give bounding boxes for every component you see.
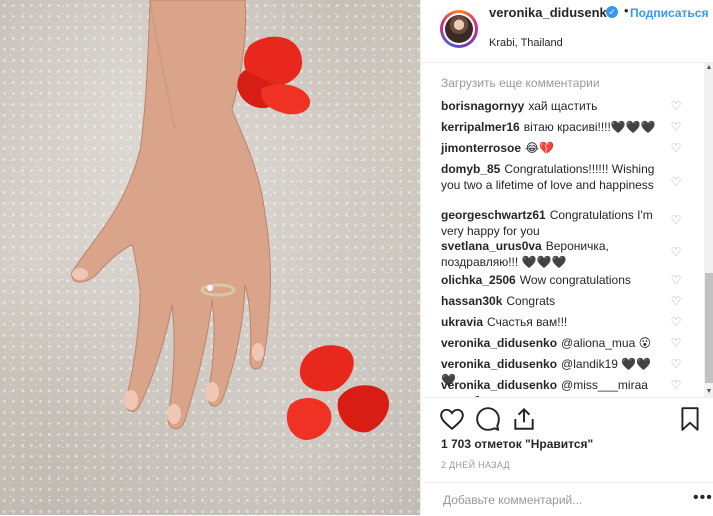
rose-petals-bottom — [286, 345, 389, 440]
comment-username[interactable]: veronika_didusenko — [441, 357, 557, 371]
scroll-up-arrow-icon[interactable]: ▲ — [704, 63, 713, 73]
avatar-image — [445, 15, 473, 43]
comment-item: jimonterrosoe 😂💔 — [441, 140, 666, 156]
comments-list[interactable]: Загрузить еще комментарии borisnagornyy х… — [421, 63, 704, 397]
scroll-down-arrow-icon[interactable]: ▼ — [704, 387, 713, 397]
scrollbar-thumb[interactable] — [705, 273, 713, 383]
comment-item: borisnagornyy хай щастить — [441, 98, 666, 114]
comment-username[interactable]: veronika_didusenko — [441, 336, 557, 350]
comment-text: Wow congratulations — [519, 273, 631, 287]
comment-username[interactable]: ukravia — [441, 315, 483, 329]
comment-text: Счастья вам!!! — [487, 315, 568, 329]
comment-like-heart-icon[interactable]: ♡ — [670, 176, 682, 188]
comment-like-heart-icon[interactable]: ♡ — [670, 246, 682, 258]
nail — [205, 382, 219, 402]
comment-item: svetlana_urus0va Вероничка, поздравляю!!!… — [441, 238, 666, 270]
nail — [72, 268, 88, 280]
post-location[interactable]: Krabi, Thailand — [489, 37, 563, 49]
add-comment-input[interactable] — [441, 492, 665, 508]
comment-item: domyb_85 Congratulations!!!!!! Wishing yo… — [441, 161, 666, 193]
post-timestamp[interactable]: 2 ДНЕЙ НАЗАД — [441, 460, 510, 470]
comment-like-heart-icon[interactable]: ♡ — [670, 379, 682, 391]
follow-button[interactable]: Подписаться — [630, 6, 713, 20]
load-more-comments-link[interactable]: Загрузить еще комментарии — [441, 76, 600, 90]
comment-username[interactable]: olichka_2506 — [441, 273, 516, 287]
comment-like-heart-icon[interactable]: ♡ — [670, 337, 682, 349]
comment-item: veronika_didusenko@miss___miraa спасибо — [441, 377, 666, 397]
verified-badge-icon: ✓ — [606, 6, 618, 18]
comment-username[interactable]: kerripalmer16 — [441, 120, 520, 134]
post-details-panel: veronika_didusenko ✓ • Подписаться Krabi… — [420, 0, 713, 515]
comment-item: hassan30k Congrats — [441, 293, 666, 309]
avatar[interactable] — [440, 10, 478, 48]
comment-like-heart-icon[interactable]: ♡ — [670, 100, 682, 112]
comment-item: kerripalmer16 вітаю красиві!!!!🖤🖤🖤 — [441, 119, 666, 135]
comment-like-heart-icon[interactable]: ♡ — [670, 295, 682, 307]
comment-item: veronika_didusenko @aliona_mua 😮 — [441, 335, 666, 351]
photo-illustration — [71, 0, 389, 440]
comment-text: вітаю красиві!!!!🖤🖤🖤 — [523, 120, 656, 134]
bookmark-icon[interactable] — [677, 406, 703, 432]
comment-like-heart-icon[interactable]: ♡ — [670, 358, 682, 370]
comment-text: 😂💔 — [525, 141, 554, 155]
comment-text: хай щастить — [528, 99, 598, 113]
comment-like-heart-icon[interactable]: ♡ — [670, 274, 682, 286]
comment-text: @aliona_mua 😮 — [561, 336, 652, 350]
likes-count[interactable]: 1 703 отметок "Нравится" — [441, 437, 593, 451]
post-actions-bar — [421, 397, 713, 438]
add-comment-section: ••• — [421, 482, 713, 516]
comment-like-heart-icon[interactable]: ♡ — [670, 214, 682, 226]
post-photo[interactable] — [0, 0, 420, 515]
more-options-icon[interactable]: ••• — [693, 489, 713, 507]
comment-bubble-icon[interactable] — [475, 406, 501, 432]
comment-like-heart-icon[interactable]: ♡ — [670, 121, 682, 133]
hand-shape — [71, 0, 272, 430]
comment-username[interactable]: veronika_didusenko — [441, 378, 557, 392]
share-icon[interactable] — [511, 406, 537, 432]
comment-username[interactable]: jimonterrosoe — [441, 141, 521, 155]
comment-item: ukravia Счастья вам!!! — [441, 314, 666, 330]
comment-like-heart-icon[interactable]: ♡ — [670, 142, 682, 154]
comment-username[interactable]: georgeschwartz61 — [441, 208, 546, 222]
author-username[interactable]: veronika_didusenko — [489, 5, 615, 20]
comment-username[interactable]: svetlana_urus0va — [441, 239, 542, 253]
post-header: veronika_didusenko ✓ • Подписаться Krabi… — [421, 0, 713, 63]
rose-petals-top — [237, 36, 311, 115]
comment-text: Congrats — [506, 294, 556, 308]
comment-username[interactable]: hassan30k — [441, 294, 502, 308]
comment-item: olichka_2506 Wow congratulations — [441, 272, 666, 288]
comment-username[interactable]: domyb_85 — [441, 162, 500, 176]
nail — [167, 404, 181, 424]
nail — [124, 390, 138, 410]
comments-scrollbar[interactable]: ▲ ▼ — [704, 63, 713, 397]
heart-icon[interactable] — [439, 406, 465, 432]
comment-like-heart-icon[interactable]: ♡ — [670, 316, 682, 328]
separator-dot: • — [624, 3, 629, 18]
comment-username[interactable]: borisnagornyy — [441, 99, 524, 113]
comment-item: georgeschwartz61 Congratulations I'm very… — [441, 207, 666, 239]
nail — [252, 343, 264, 361]
